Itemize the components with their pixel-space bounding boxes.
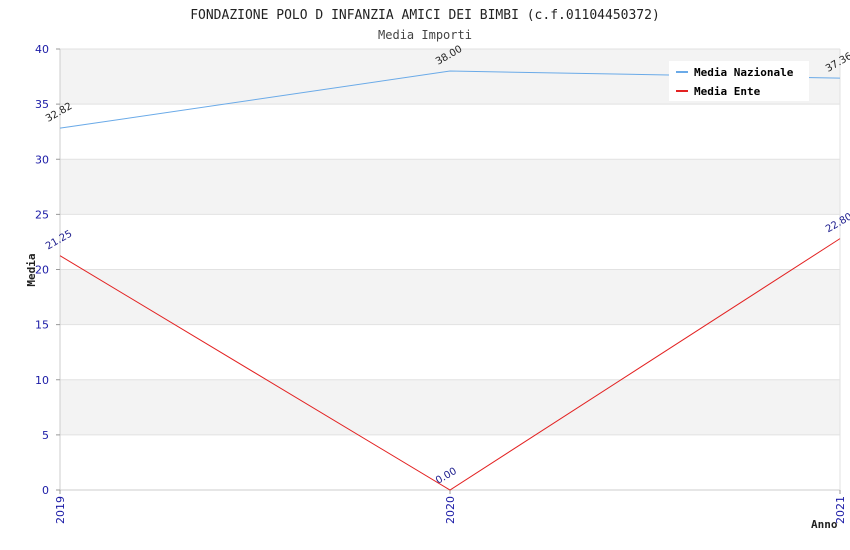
grid-band [60,159,840,215]
data-label: 21.25 [44,228,74,252]
y-tick-label: 25 [35,208,49,221]
legend-label: Media Nazionale [694,66,794,79]
line-chart: FONDAZIONE POLO D INFANZIA AMICI DEI BIM… [25,8,850,531]
y-tick-label: 30 [35,153,49,166]
y-tick-label: 40 [35,43,49,56]
legend: Media Nazionale Media Ente [669,61,809,101]
y-axis-label: Media [25,253,38,286]
x-axis-ticks: 2019 2020 2021 [54,490,847,524]
x-tick-label: 2020 [444,496,457,524]
x-axis-label: Anno [811,518,838,531]
grid-band [60,269,840,325]
chart-title: FONDAZIONE POLO D INFANZIA AMICI DEI BIM… [190,8,660,23]
y-tick-label: 0 [42,484,49,497]
grid-band [60,379,840,435]
y-tick-label: 10 [35,374,49,387]
data-label: 0.00 [434,466,459,487]
legend-label: Media Ente [694,85,761,98]
x-tick-label: 2019 [54,496,67,524]
y-tick-label: 5 [42,429,49,442]
data-label: 22.80 [824,211,850,235]
chart-subtitle: Media Importi [378,28,472,42]
y-tick-label: 15 [35,319,49,332]
grid-bands [60,49,840,435]
y-tick-label: 35 [35,98,49,111]
